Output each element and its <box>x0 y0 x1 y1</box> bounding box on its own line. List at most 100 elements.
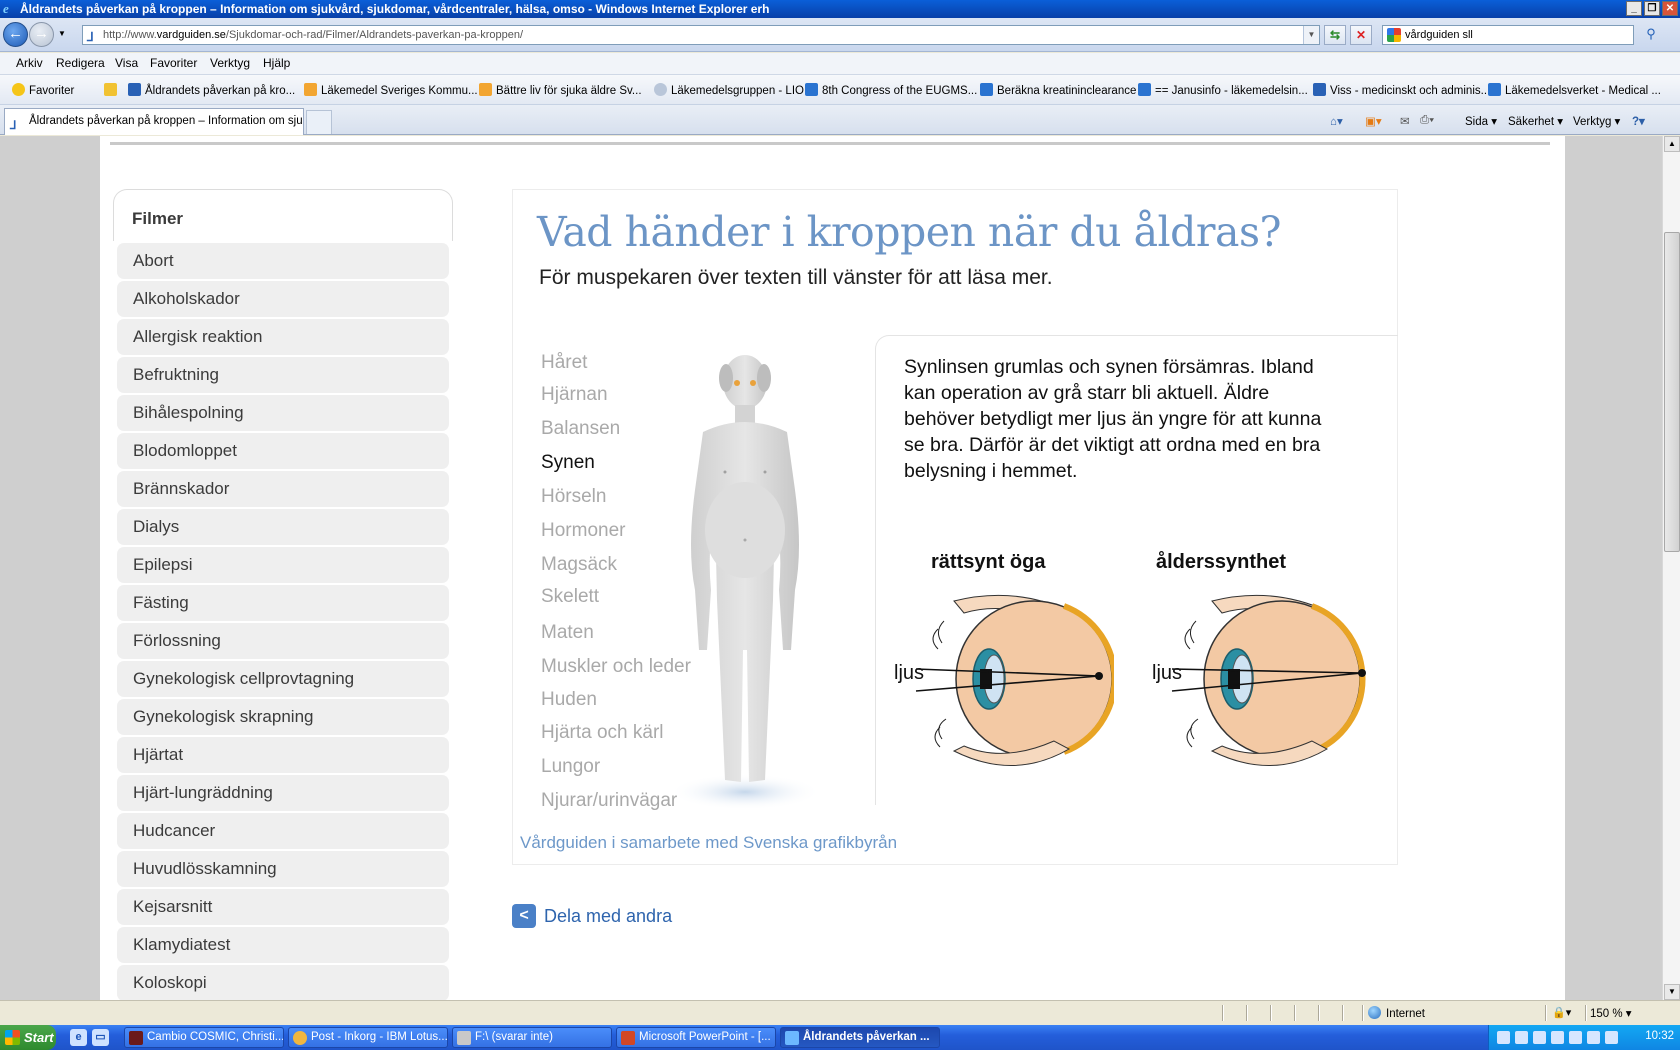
sidebar-item-huvudlosskamning[interactable]: Huvudlösskamning <box>117 851 449 887</box>
fav-link-9[interactable]: Läkemedelsverket - Medical ... <box>1488 83 1661 97</box>
tray-app-icon-2[interactable] <box>1587 1031 1600 1044</box>
new-tab-button[interactable] <box>306 110 332 134</box>
sidebar-item-befruktning[interactable]: Befruktning <box>117 357 449 393</box>
body-part-magsack[interactable]: Magsäck <box>541 554 617 576</box>
address-dropdown-icon[interactable]: ▼ <box>1303 26 1319 44</box>
site-icon <box>654 83 667 96</box>
feeds-icon[interactable]: ▣▾ <box>1365 114 1382 128</box>
tray-volume-icon[interactable] <box>1515 1031 1528 1044</box>
menu-verktyg[interactable]: Verktyg <box>210 56 250 70</box>
start-button[interactable]: Start <box>0 1025 56 1050</box>
body-part-huden[interactable]: Huden <box>541 689 597 711</box>
site-icon <box>304 83 317 96</box>
sidebar-item-dialys[interactable]: Dialys <box>117 509 449 545</box>
fav-link-6[interactable]: Beräkna kreatininclearance <box>980 83 1136 97</box>
body-part-horseln[interactable]: Hörseln <box>541 486 606 508</box>
mail-icon[interactable]: ✉ <box>1400 114 1410 128</box>
fav-link-1[interactable]: Åldrandets påverkan på kro... <box>128 83 295 97</box>
body-part-hjarnan[interactable]: Hjärnan <box>541 384 608 406</box>
tray-network-icon[interactable] <box>1497 1031 1510 1044</box>
forward-arrow-icon[interactable]: → <box>29 22 54 47</box>
menu-arkiv[interactable]: Arkiv <box>16 56 43 70</box>
menu-favoriter[interactable]: Favoriter <box>150 56 197 70</box>
address-field[interactable]: ⅃ http://www.vardguiden.se/Sjukdomar-och… <box>82 25 1320 45</box>
menu-redigera[interactable]: Redigera <box>56 56 105 70</box>
sidebar-item-blodomloppet[interactable]: Blodomloppet <box>117 433 449 469</box>
body-part-synen[interactable]: Synen <box>541 452 595 474</box>
sidebar-item-kejsarsnitt[interactable]: Kejsarsnitt <box>117 889 449 925</box>
fav-link-5[interactable]: 8th Congress of the EUGMS... <box>805 83 977 97</box>
search-input[interactable]: vårdguiden sll <box>1382 25 1634 45</box>
credit-link[interactable]: Vårdguiden i samarbete med Svenska grafi… <box>520 833 897 853</box>
close-window-button[interactable]: ✕ <box>1662 1 1678 16</box>
body-part-haret[interactable]: Håret <box>541 352 587 374</box>
aging-body-panel: Vad händer i kroppen när du åldras? För … <box>512 189 1398 865</box>
fav-link-8[interactable]: Viss - medicinskt och adminis... <box>1313 83 1490 97</box>
cambio-icon <box>129 1031 143 1045</box>
tray-security-icon[interactable] <box>1533 1031 1546 1044</box>
star-icon <box>12 83 25 96</box>
sidebar-item-koloskopi[interactable]: Koloskopi <box>117 965 449 1000</box>
sidebar-item-klamydiatest[interactable]: Klamydiatest <box>117 927 449 963</box>
sidebar-item-hudcancer[interactable]: Hudcancer <box>117 813 449 849</box>
add-favorite-icon[interactable] <box>104 83 121 97</box>
back-arrow-icon[interactable]: ← <box>3 22 28 47</box>
sidebar-item-allergisk-reaktion[interactable]: Allergisk reaktion <box>117 319 449 355</box>
favorites-button[interactable]: Favoriter <box>12 83 74 97</box>
ie-quicklaunch-icon[interactable]: e <box>70 1029 87 1046</box>
tray-update-icon[interactable] <box>1551 1031 1564 1044</box>
fav-link-3[interactable]: Bättre liv för sjuka äldre Sv... <box>479 83 642 97</box>
fav-link-2[interactable]: Läkemedel Sveriges Kommu... <box>304 83 478 97</box>
task-powerpoint[interactable]: Microsoft PowerPoint - [... <box>616 1027 776 1048</box>
sidebar-item-fasting[interactable]: Fästing <box>117 585 449 621</box>
tray-app-icon-3[interactable] <box>1605 1031 1618 1044</box>
fav-link-7[interactable]: == Janusinfo - läkemedelsin... <box>1138 83 1308 97</box>
body-part-hjarta-och-karl[interactable]: Hjärta och kärl <box>541 722 664 744</box>
scroll-up-icon[interactable]: ▲ <box>1664 136 1680 152</box>
body-part-njurar-urinvagar[interactable]: Njurar/urinvägar <box>541 790 677 812</box>
home-icon[interactable]: ⌂▾ <box>1330 114 1343 128</box>
zoom-level[interactable]: 150 % ▾ <box>1590 1006 1632 1020</box>
search-icon[interactable]: ⚲ <box>1638 25 1664 45</box>
sidebar-item-hjart-lungraddning[interactable]: Hjärt-lungräddning <box>117 775 449 811</box>
menu-visa[interactable]: Visa <box>115 56 138 70</box>
sidebar-item-bihalespolning[interactable]: Bihålespolning <box>117 395 449 431</box>
sidebar-item-gynekologisk-skrapning[interactable]: Gynekologisk skrapning <box>117 699 449 735</box>
body-part-balansen[interactable]: Balansen <box>541 418 620 440</box>
sidebar-item-gynekologisk-cellprovtagning[interactable]: Gynekologisk cellprovtagning <box>117 661 449 697</box>
body-part-hormoner[interactable]: Hormoner <box>541 520 625 542</box>
tools-menu[interactable]: Verktyg ▾ <box>1573 114 1620 128</box>
powerpoint-icon <box>621 1031 635 1045</box>
sidebar-item-epilepsi[interactable]: Epilepsi <box>117 547 449 583</box>
help-icon[interactable]: ?▾ <box>1632 114 1645 128</box>
tray-app-icon[interactable] <box>1569 1031 1582 1044</box>
body-part-maten[interactable]: Maten <box>541 622 594 644</box>
tab-active[interactable]: ⅃ Åldrandets påverkan på kroppen – Infor… <box>4 108 304 135</box>
refresh-icon[interactable]: ⇆ <box>1324 25 1346 45</box>
sidebar-item-brannskador[interactable]: Brännskador <box>117 471 449 507</box>
restore-button[interactable]: ❐ <box>1644 1 1660 16</box>
human-body-figure <box>669 355 821 810</box>
vertical-scrollbar[interactable]: ▲ ▼ <box>1662 136 1680 1000</box>
task-cambio[interactable]: Cambio COSMIC, Christi... <box>124 1027 284 1048</box>
print-icon[interactable]: ⎙▾ <box>1420 114 1434 127</box>
scroll-thumb[interactable] <box>1664 232 1680 552</box>
history-dropdown-icon[interactable]: ▼ <box>58 29 66 38</box>
sidebar-item-alkoholskador[interactable]: Alkoholskador <box>117 281 449 317</box>
body-part-lungor[interactable]: Lungor <box>541 756 600 778</box>
stop-icon[interactable]: ✕ <box>1350 25 1372 45</box>
sidebar-item-hjartat[interactable]: Hjärtat <box>117 737 449 773</box>
sidebar-item-forlossning[interactable]: Förlossning <box>117 623 449 659</box>
task-internet-explorer[interactable]: Åldrandets påverkan ... <box>780 1027 940 1048</box>
sidebar-item-abort[interactable]: Abort <box>117 243 449 279</box>
body-part-skelett[interactable]: Skelett <box>541 586 599 608</box>
show-desktop-icon[interactable]: ▭ <box>92 1029 109 1046</box>
scroll-down-icon[interactable]: ▼ <box>1664 984 1680 1000</box>
fav-link-4[interactable]: Läkemedelsgruppen - LIO <box>654 83 804 97</box>
security-menu[interactable]: Säkerhet ▾ <box>1508 114 1563 128</box>
page-menu[interactable]: Sida ▾ <box>1465 114 1497 128</box>
menu-hjalp[interactable]: Hjälp <box>263 56 290 70</box>
task-lotus-notes[interactable]: Post - Inkorg - IBM Lotus... <box>288 1027 448 1048</box>
task-explorer-drive[interactable]: F:\ (svarar inte) <box>452 1027 612 1048</box>
minimize-button[interactable]: _ <box>1626 1 1642 16</box>
